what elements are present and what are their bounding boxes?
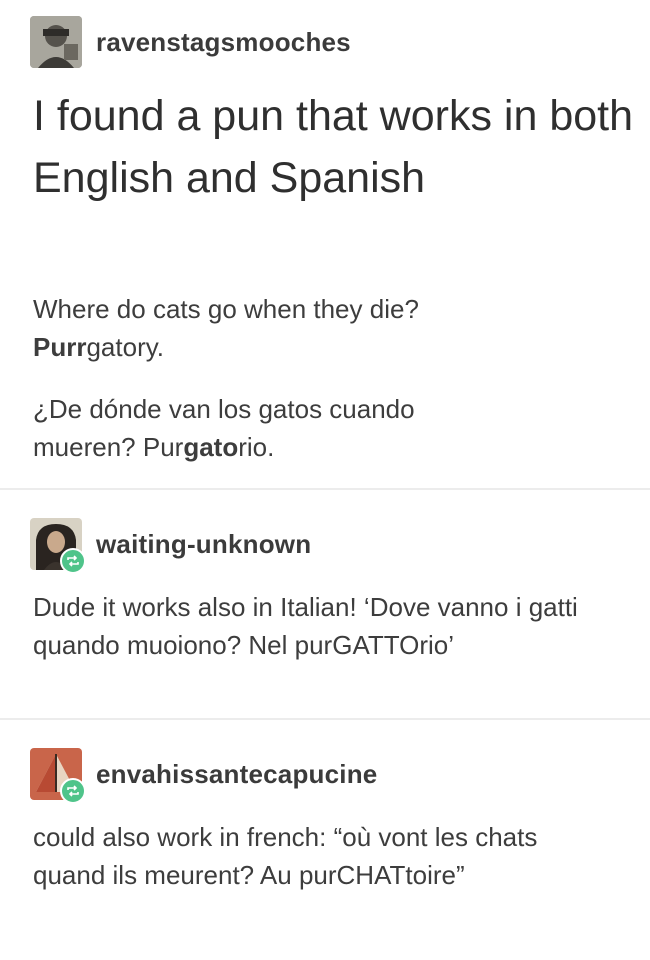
english-answer-rest: gatory.: [86, 332, 165, 362]
username[interactable]: ravenstagsmooches: [96, 27, 351, 58]
english-joke: Where do cats go when they die? Purrgato…: [33, 290, 623, 366]
divider: [0, 718, 650, 720]
reblog-user-row: envahissantecapucine: [30, 748, 377, 804]
reblog-comment: could also work in french: “où vont les …: [33, 822, 538, 890]
spanish-answer-post: rio.: [238, 432, 275, 462]
spanish-joke: ¿De dónde van los gatos cuando mueren? P…: [33, 390, 503, 466]
avatar[interactable]: [30, 748, 86, 804]
divider: [0, 488, 650, 490]
reblog-user-row: waiting-unknown: [30, 518, 311, 574]
username[interactable]: envahissantecapucine: [96, 759, 377, 790]
spanish-answer-bold: gato: [183, 432, 239, 462]
reblog-icon: [60, 548, 86, 574]
avatar-image-icon: [30, 16, 82, 68]
original-poster-row: ravenstagsmooches: [30, 16, 351, 68]
avatar[interactable]: [30, 518, 86, 574]
reblog-icon: [60, 778, 86, 804]
username[interactable]: waiting-unknown: [96, 529, 311, 560]
english-answer-bold: Purr: [33, 332, 87, 362]
reblog-comment: Dude it works also in Italian! ‘Dove van…: [33, 592, 578, 660]
avatar[interactable]: [30, 16, 82, 68]
post-title: I found a pun that works in both English…: [33, 92, 634, 202]
spanish-answer-pre: Pur: [142, 432, 184, 462]
english-question: Where do cats go when they die?: [33, 294, 419, 324]
